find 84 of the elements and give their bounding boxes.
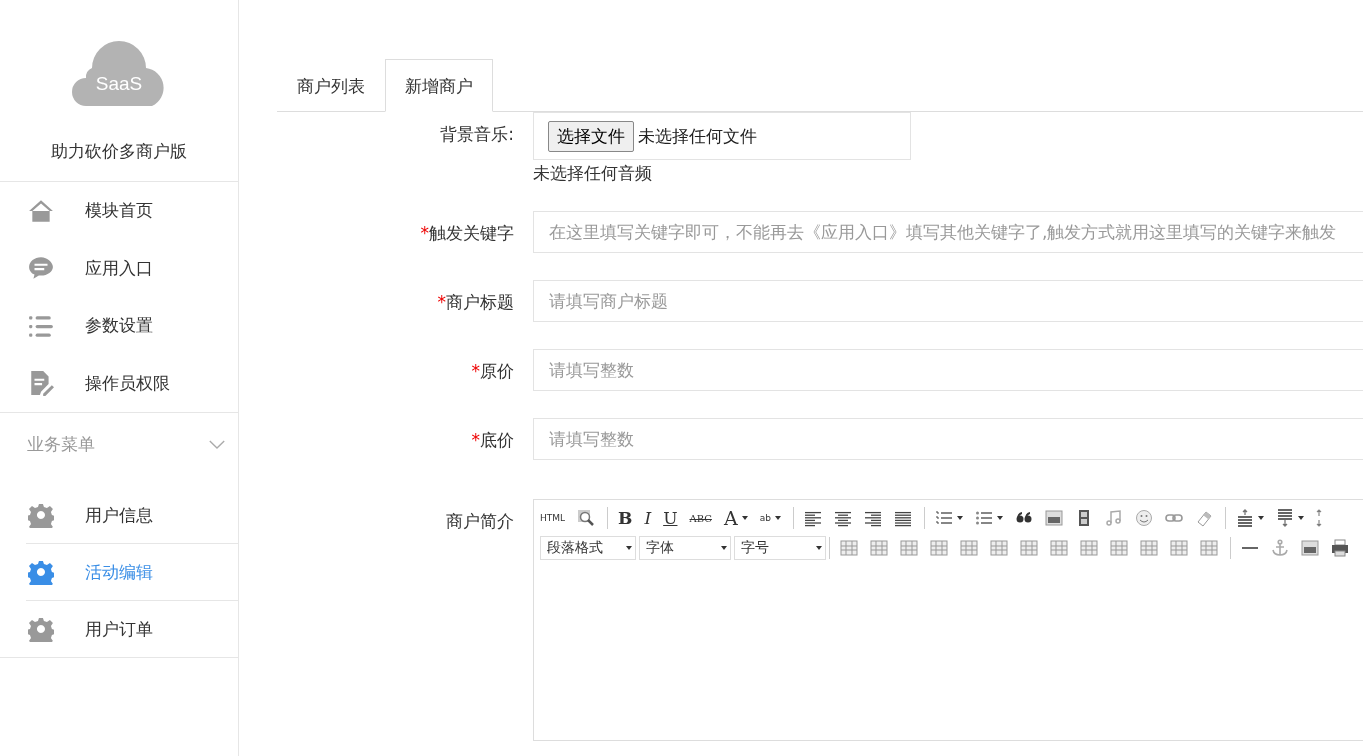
horizontal-line-icon	[1241, 547, 1259, 549]
table-icon	[1020, 539, 1038, 557]
table-icon	[1200, 539, 1218, 557]
choose-file-button[interactable]: 选择文件	[548, 120, 634, 152]
image-icon	[1301, 539, 1319, 557]
smiley-icon	[1134, 509, 1153, 527]
toolbar-button[interactable]	[1044, 507, 1063, 529]
menu-item[interactable]: 用户订单	[26, 601, 238, 657]
tab[interactable]: 新增商户	[385, 59, 493, 112]
file-status: 未选择任何文件	[638, 124, 757, 148]
table-icon	[1140, 539, 1158, 557]
field-label: *底价	[470, 429, 515, 452]
toolbar-button[interactable]: A	[723, 507, 748, 529]
chevron-icon	[208, 438, 226, 450]
toolbar-button[interactable]	[1301, 537, 1319, 559]
input-field[interactable]: 请填写商户标题	[533, 280, 1363, 322]
align-right-icon	[863, 509, 882, 527]
image-icon	[1044, 509, 1063, 527]
toolbar-button[interactable]: ab	[759, 507, 781, 529]
toolbar-button[interactable]	[1275, 507, 1304, 529]
menu-item[interactable]: 活动编辑	[26, 544, 238, 601]
align-center-icon	[833, 509, 852, 527]
anchor-icon	[1271, 539, 1289, 557]
magnifier-icon	[577, 509, 596, 527]
line-spacing-icon	[1275, 509, 1294, 527]
dropdown-select[interactable]: 段落格式	[540, 536, 636, 560]
document-icon	[28, 370, 54, 397]
caret-icon	[774, 516, 781, 520]
table-icon	[1110, 539, 1128, 557]
toolbar-button[interactable]: U	[663, 507, 678, 529]
menu-item[interactable]: 参数设置	[0, 297, 238, 355]
dropdown-select[interactable]: 字号	[734, 536, 826, 560]
dropdown-select[interactable]: 字体	[639, 536, 731, 560]
menu-item[interactable]: 用户信息	[26, 487, 238, 544]
printer-icon	[1331, 539, 1349, 557]
gear-icon	[28, 502, 54, 528]
align-left-icon	[803, 509, 822, 527]
table-icon	[960, 539, 978, 557]
table-icon	[1080, 539, 1098, 557]
toolbar-button[interactable]: ABC	[689, 507, 712, 529]
field-label: 商户简介	[445, 510, 515, 533]
bullet-list-icon	[974, 509, 993, 527]
caret-icon	[956, 516, 963, 520]
caret-icon	[721, 546, 727, 550]
table-icon	[1050, 539, 1068, 557]
music-note-icon	[1104, 509, 1123, 527]
up-down-arrows-icon	[1315, 509, 1322, 527]
table-icon	[930, 539, 948, 557]
field-label: *商户标题	[436, 291, 515, 314]
caret-icon	[626, 546, 632, 550]
cloud-logo: SaaS	[72, 38, 166, 106]
caret-icon	[996, 516, 1003, 520]
gear-icon	[28, 559, 54, 585]
menu-item[interactable]: 模块首页	[0, 182, 238, 240]
field-label: *触发关键字	[419, 222, 515, 245]
field-label: *原价	[470, 360, 515, 383]
field-label: 背景音乐:	[439, 123, 515, 146]
app-title: 助力砍价多商户版	[0, 140, 238, 182]
toolbar-button[interactable]	[1331, 537, 1349, 559]
speech-bubble-icon	[28, 255, 54, 282]
caret-icon	[741, 516, 748, 520]
audio-status: 未选择任何音频	[533, 162, 653, 185]
table-icon	[900, 539, 918, 557]
table-icon	[870, 539, 888, 557]
line-spacing-icon	[1235, 509, 1254, 527]
input-field[interactable]: 请填写整数	[533, 418, 1363, 460]
input-field[interactable]: 在这里填写关键字即可，不能再去《应用入口》填写其他关键字了,触发方式就用这里填写的关键字来触发	[533, 211, 1363, 253]
toolbar-button[interactable]	[1235, 507, 1264, 529]
toolbar-button[interactable]: B	[618, 507, 633, 529]
numbered-list-icon	[934, 509, 953, 527]
table-icon	[840, 539, 858, 557]
tab[interactable]: 商户列表	[277, 59, 385, 112]
menu-item[interactable]: 操作员权限	[0, 354, 238, 412]
caret-icon	[1257, 516, 1264, 520]
gear-icon	[28, 616, 54, 642]
table-icon	[990, 539, 1008, 557]
input-field[interactable]: 请填写整数	[533, 349, 1363, 391]
toolbar-button[interactable]: HTML	[540, 507, 566, 529]
align-justify-icon	[893, 509, 912, 527]
table-icon	[1170, 539, 1188, 557]
toolbar-button[interactable]: I	[644, 507, 652, 529]
caret-icon	[1297, 516, 1304, 520]
caret-icon	[816, 546, 822, 550]
menu-item[interactable]: 应用入口	[0, 239, 238, 297]
